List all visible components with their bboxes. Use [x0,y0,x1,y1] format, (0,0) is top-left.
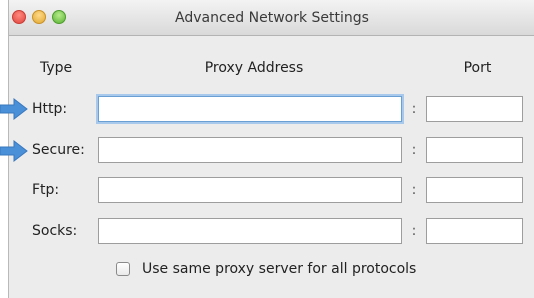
arrow-right-icon [0,98,28,120]
secure-address-field[interactable] [98,137,402,163]
ftp-port-field[interactable] [426,177,523,203]
screenshot: Advanced Network Settings Type Proxy Add… [0,0,534,298]
ftp-label: Ftp: [32,182,60,198]
window-title: Advanced Network Settings [175,10,369,26]
checkbox-box[interactable] [116,262,130,276]
http-label: Http: [32,101,68,117]
advanced-network-settings-window: Advanced Network Settings Type Proxy Add… [8,0,534,298]
http-address-field[interactable] [98,96,402,122]
arrow-right-icon [0,140,28,162]
http-port-field[interactable] [426,96,523,122]
socks-port-field[interactable] [426,218,523,244]
same-proxy-label: Use same proxy server for all protocols [142,261,417,277]
column-header-proxy-address: Proxy Address [204,60,304,76]
http-colon: : [411,101,417,117]
ftp-address-field[interactable] [98,177,402,203]
column-header-port: Port [463,60,492,76]
column-header-type: Type [40,60,73,76]
socks-label: Socks: [32,223,78,239]
title-bar[interactable]: Advanced Network Settings [9,0,534,36]
secure-port-field[interactable] [426,137,523,163]
socks-colon: : [411,223,417,239]
socks-address-field[interactable] [98,218,402,244]
secure-colon: : [411,142,417,158]
ftp-colon: : [411,182,417,198]
same-proxy-checkbox[interactable]: Use same proxy server for all protocols [116,260,416,278]
secure-label: Secure: [32,142,85,158]
